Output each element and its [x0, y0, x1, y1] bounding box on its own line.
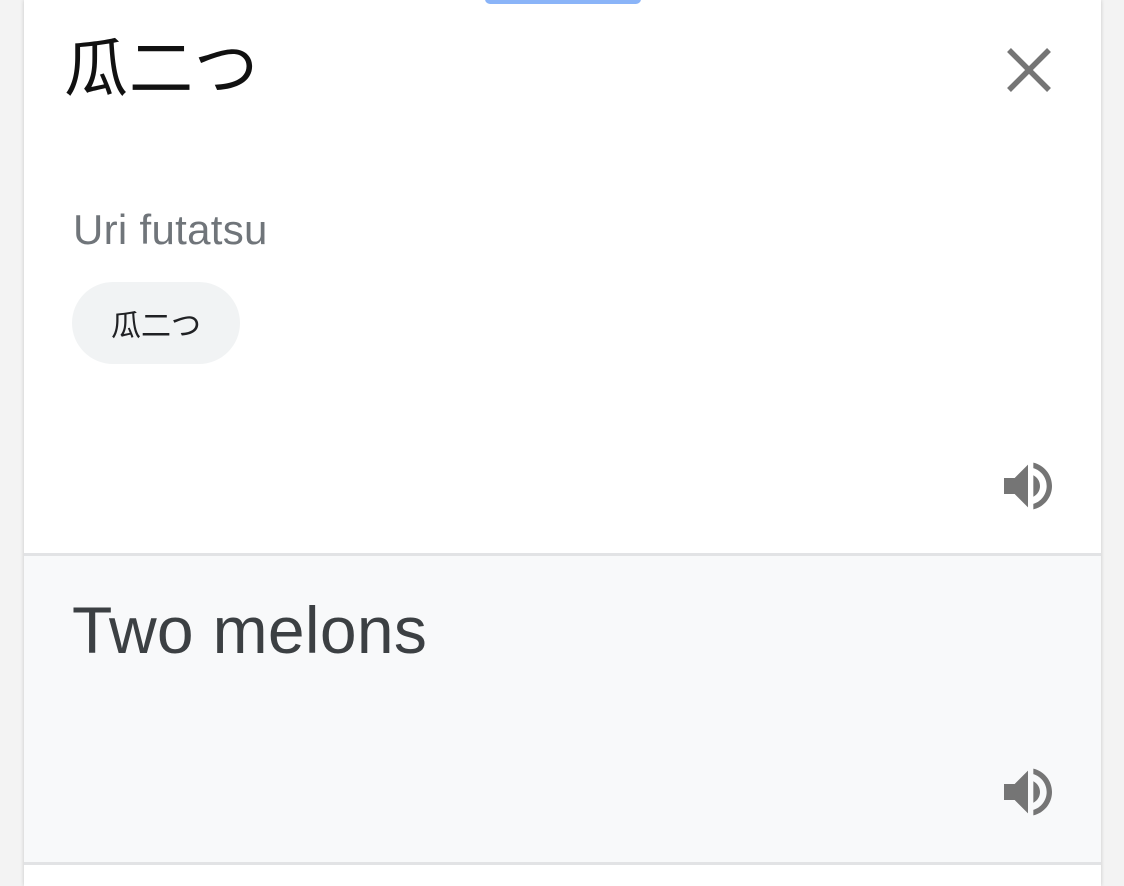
close-button[interactable]: [999, 40, 1059, 100]
volume-up-icon: [1004, 462, 1052, 510]
source-romanization: Uri futatsu: [73, 206, 268, 253]
drag-handle[interactable]: [485, 0, 641, 4]
translate-page: 瓜二つ Uri futatsu 瓜二つ Two melons: [0, 0, 1124, 886]
volume-up-icon: [1004, 768, 1052, 816]
listen-translation-button[interactable]: [996, 760, 1060, 824]
close-icon: [1007, 48, 1051, 92]
source-text: 瓜二つ: [64, 33, 259, 107]
translation-text: Two melons: [72, 593, 428, 667]
bottom-strip: [24, 865, 1101, 886]
translation-card: 瓜二つ Uri futatsu 瓜二つ Two melons: [24, 0, 1101, 886]
source-text-chip[interactable]: 瓜二つ: [72, 282, 240, 364]
translation-result-panel: Two melons: [24, 556, 1101, 862]
listen-source-button[interactable]: [996, 454, 1060, 518]
